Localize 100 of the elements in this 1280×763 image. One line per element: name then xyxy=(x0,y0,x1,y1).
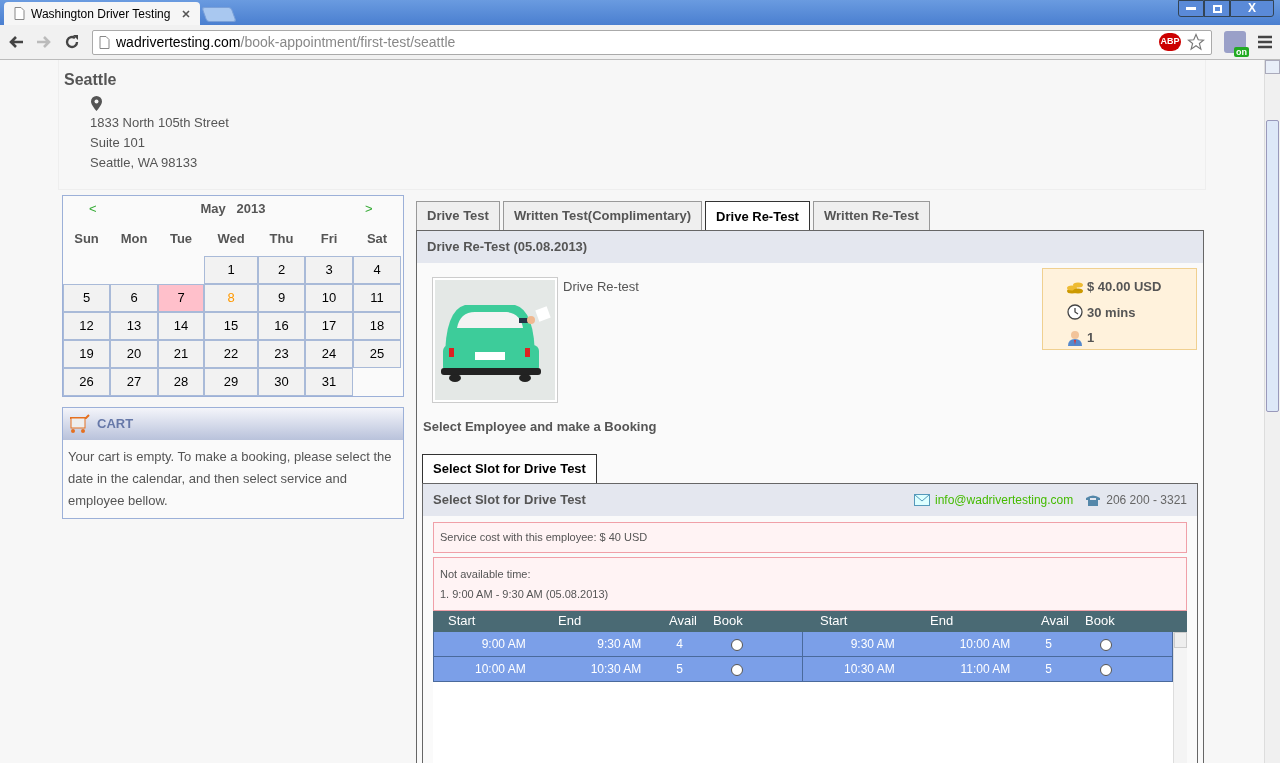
cart-title: CART xyxy=(97,415,134,434)
reload-icon[interactable] xyxy=(64,34,80,50)
notice-title: Not available time: xyxy=(440,566,532,582)
calendar-day[interactable]: 19 xyxy=(63,340,110,368)
radio-button[interactable] xyxy=(731,639,744,651)
service-title: Drive Re-Test (05.08.2013) xyxy=(417,231,1203,263)
table-cell-text: 10:30 AM xyxy=(843,660,896,678)
weekday-label: Sat xyxy=(365,230,389,249)
column-header: Book xyxy=(1084,612,1116,631)
minimize-button[interactable] xyxy=(1178,0,1204,17)
phone-number: 206 200 - 3321 xyxy=(1106,491,1187,509)
back-icon[interactable] xyxy=(8,35,24,49)
calendar-day[interactable]: 7 xyxy=(158,284,204,312)
column-header: Start xyxy=(447,612,477,631)
calendar-day[interactable]: 17 xyxy=(305,312,353,340)
column-header: Avail xyxy=(1040,612,1070,631)
url-text: wadrivertesting.com/book-appointment/first-test/seattle xyxy=(116,32,457,52)
radio-button[interactable] xyxy=(1100,639,1113,651)
unavailable-time: 1. 9:00 AM - 9:30 AM (05.08.2013) xyxy=(440,586,610,602)
close-icon[interactable] xyxy=(182,9,190,18)
price-text: $ 40.00 USD xyxy=(1087,278,1162,296)
calendar-day[interactable]: 30 xyxy=(258,368,305,396)
calendar-day[interactable]: 12 xyxy=(63,312,110,340)
cost-notice: Service cost with this employee: $ 40 USD xyxy=(433,521,1187,553)
weekday-label: Wed xyxy=(216,230,246,249)
table-cell-text: 5 xyxy=(1044,635,1053,653)
calendar-day[interactable]: 2 xyxy=(258,256,305,284)
table-cell-text: 9:00 AM xyxy=(480,635,527,653)
column-header: End xyxy=(929,612,955,631)
calendar-day[interactable]: 18 xyxy=(353,312,401,340)
page-icon xyxy=(99,35,110,49)
column-header: Start xyxy=(819,612,849,631)
service-description: Drive Re-test xyxy=(563,278,640,296)
calendar-day[interactable]: 6 xyxy=(110,284,158,312)
status-badge: on xyxy=(1234,47,1249,57)
mail-icon xyxy=(914,493,930,506)
map-pin-icon xyxy=(91,96,102,111)
service-tab[interactable]: Written Test(Complimentary) xyxy=(502,201,703,230)
calendar-day[interactable]: 9 xyxy=(258,284,305,312)
cart-icon xyxy=(69,414,91,434)
weekday-label: Fri xyxy=(319,230,339,249)
calendar-day[interactable]: 13 xyxy=(110,312,158,340)
slots-title: Select Slot for Drive Test xyxy=(433,490,587,509)
calendar-day[interactable]: 27 xyxy=(110,368,158,396)
address-bar[interactable]: wadrivertesting.com/book-appointment/first-test/seattle ABP xyxy=(92,29,1212,55)
calendar-day[interactable]: 16 xyxy=(258,312,305,340)
calendar-day[interactable]: 28 xyxy=(158,368,204,396)
restore-button[interactable] xyxy=(1204,0,1230,17)
column-header: Book xyxy=(712,612,744,631)
calendar-day[interactable]: 21 xyxy=(158,340,204,368)
adblock-icon[interactable]: ABP xyxy=(1159,33,1181,51)
radio-button[interactable] xyxy=(1100,664,1113,676)
clock-icon xyxy=(1067,304,1083,321)
service-tab[interactable]: Drive Re-Test xyxy=(705,201,810,231)
capacity-text: 1 xyxy=(1087,329,1095,347)
duration-text: 30 mins xyxy=(1087,303,1136,322)
calendar-day[interactable]: 1 xyxy=(204,256,258,284)
menu-icon[interactable] xyxy=(1258,35,1272,49)
radio-button[interactable] xyxy=(731,664,744,676)
calendar-day[interactable]: 31 xyxy=(305,368,353,396)
table-cell-text: 5 xyxy=(1044,660,1053,678)
calendar-day[interactable]: 10 xyxy=(305,284,353,312)
calendar-day[interactable]: 20 xyxy=(110,340,158,368)
weekday-label: Sun xyxy=(73,230,100,249)
calendar-day[interactable]: 3 xyxy=(305,256,353,284)
calendar-day[interactable]: 25 xyxy=(353,340,401,368)
weekday-label: Thu xyxy=(268,230,295,249)
weekday-label: Tue xyxy=(168,230,194,249)
address-line: 1833 North 105th Street xyxy=(90,114,230,132)
weekday-label: Mon xyxy=(119,230,149,249)
table-cell-text: 10:30 AM xyxy=(589,660,642,678)
table-cell-text: 9:30 AM xyxy=(596,635,642,653)
browser-tab[interactable]: Washington Driver Testing xyxy=(4,2,200,25)
calendar-day[interactable]: 26 xyxy=(63,368,110,396)
calendar-day[interactable]: 4 xyxy=(353,256,401,284)
calendar-day[interactable]: 14 xyxy=(158,312,204,340)
service-tab[interactable]: Drive Test xyxy=(416,201,500,230)
month-title: May 2013 xyxy=(199,200,267,219)
section-title: Select Employee and make a Booking xyxy=(422,418,658,436)
star-icon[interactable] xyxy=(1187,33,1205,51)
table-cell-text: 11:00 AM xyxy=(959,660,1011,678)
cart-message: Your cart is empty. To make a booking, please select the date in the calendar, and then select service and employee bellow. xyxy=(67,448,393,510)
location-title: Seattle xyxy=(64,70,118,90)
calendar-day[interactable]: 15 xyxy=(204,312,258,340)
column-header: End xyxy=(557,612,583,631)
address-line: Suite 101 xyxy=(90,134,146,152)
service-tab[interactable]: Written Re-Test xyxy=(812,201,930,230)
calendar-day[interactable]: 11 xyxy=(353,284,401,312)
person-icon xyxy=(1067,329,1083,346)
calendar-day[interactable]: 22 xyxy=(204,340,258,368)
page-icon xyxy=(14,7,25,20)
employee-tab[interactable]: Select Slot for Drive Test xyxy=(422,453,597,484)
table-cell-text: 9:30 AM xyxy=(849,635,896,653)
calendar-day[interactable]: 24 xyxy=(305,340,353,368)
table-cell-text: 5 xyxy=(675,660,684,678)
calendar-day[interactable]: 23 xyxy=(258,340,305,368)
calendar-day[interactable]: 29 xyxy=(204,368,258,396)
address-line: Seattle, WA 98133 xyxy=(90,154,199,172)
calendar-day[interactable]: 5 xyxy=(63,284,110,312)
table-cell-text: 4 xyxy=(675,635,684,653)
